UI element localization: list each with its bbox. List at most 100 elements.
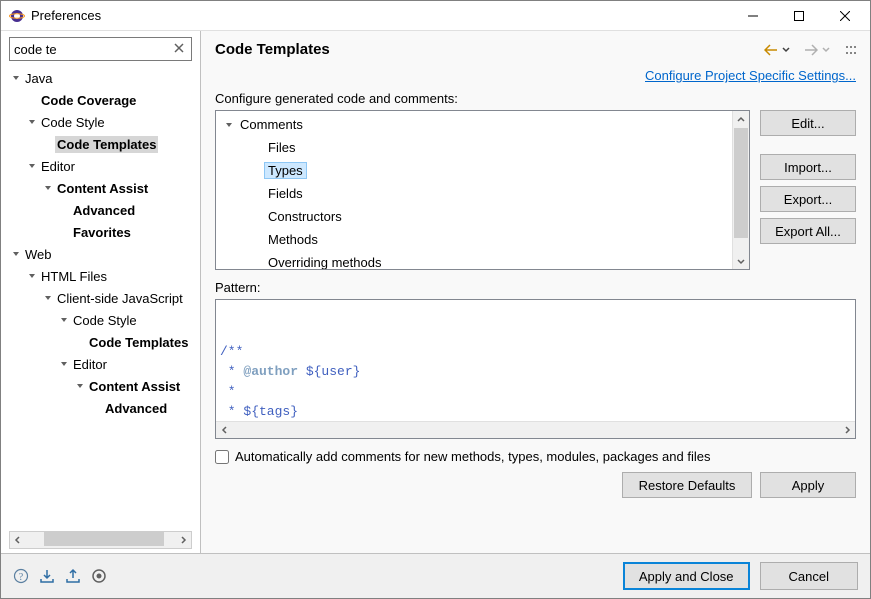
chevron-down-icon[interactable] [25,115,39,129]
svg-text:?: ? [19,572,24,583]
tree-item[interactable]: Code Style [9,111,196,133]
scroll-right-icon[interactable] [175,532,191,548]
cancel-button[interactable]: Cancel [760,562,858,590]
templates-tree[interactable]: Comments Files Types Fields Constructors Meth… [215,110,750,270]
maximize-button[interactable] [776,1,822,31]
chevron-down-icon[interactable] [25,159,39,173]
tree-item-label: Content Assist [87,378,182,395]
view-menu-icon[interactable] [844,44,858,56]
tree-item-label: Code Templates [87,334,190,351]
chevron-down-icon[interactable] [73,379,87,393]
apply-and-close-button[interactable]: Apply and Close [623,562,750,590]
template-tree-item-label: Comments [236,116,307,133]
tree-item[interactable]: Code Templates [9,331,196,353]
window-title: Preferences [31,8,730,23]
tree-item-label: Code Style [71,312,139,329]
tree-item-label: Code Coverage [39,92,138,109]
sidebar-horizontal-scrollbar[interactable] [9,531,192,549]
template-tree-item[interactable]: Constructors [222,205,749,228]
templates-vertical-scrollbar[interactable] [732,111,749,269]
template-tree-item[interactable]: Types [222,159,749,182]
tree-item[interactable]: Content Assist [9,375,196,397]
tree-item-label: Content Assist [55,180,150,197]
filter-input[interactable] [9,37,192,61]
scroll-thumb[interactable] [734,128,748,238]
export-prefs-icon[interactable] [65,568,81,584]
import-button[interactable]: Import... [760,154,856,180]
template-tree-item[interactable]: Comments [222,113,749,136]
template-tree-item-label: Constructors [264,208,346,225]
tree-item-label: Client-side JavaScript [55,290,185,307]
nav-forward-icon [804,44,818,56]
scroll-down-icon[interactable] [733,252,749,269]
tree-item[interactable]: Code Coverage [9,89,196,111]
template-tree-item-label: Types [264,162,307,179]
tree-item[interactable]: Java [9,67,196,89]
tree-item[interactable]: Content Assist [9,177,196,199]
chevron-down-icon[interactable] [222,118,236,132]
template-tree-item-label: Methods [264,231,322,248]
tree-item-label: Code Style [39,114,107,131]
chevron-down-icon[interactable] [57,313,71,327]
nav-forward-dropdown-icon [822,47,830,53]
chevron-down-icon[interactable] [9,247,23,261]
export-button[interactable]: Export... [760,186,856,212]
export-all-button[interactable]: Export All... [760,218,856,244]
close-button[interactable] [822,1,868,31]
tree-item-label: Editor [39,158,77,175]
tree-item[interactable]: Advanced [9,397,196,419]
template-tree-item[interactable]: Overriding methods [222,251,749,270]
clear-filter-icon[interactable] [172,41,188,57]
configure-project-settings-link[interactable]: Configure Project Specific Settings... [645,68,856,83]
pattern-label: Pattern: [201,270,870,299]
scroll-up-icon[interactable] [733,111,749,128]
template-tree-item[interactable]: Methods [222,228,749,251]
tree-item-label: Advanced [103,400,169,417]
import-prefs-icon[interactable] [39,568,55,584]
preferences-sidebar: Java Code Coverage Code Style Code Template… [1,31,201,553]
tree-item-label: Editor [71,356,109,373]
template-tree-item-label: Overriding methods [264,254,385,270]
pattern-preview: /** * @author ${user} * * ${tags} */ [215,299,856,439]
help-icon[interactable]: ? [13,568,29,584]
edit-button[interactable]: Edit... [760,110,856,136]
scroll-right-icon[interactable] [838,422,855,438]
tree-item[interactable]: Favorites [9,221,196,243]
tree-item[interactable]: Editor [9,353,196,375]
tree-item[interactable]: Editor [9,155,196,177]
scroll-left-icon[interactable] [10,532,26,548]
preferences-page: Code Templates Configure Project Specifi… [201,31,870,553]
app-icon [9,8,25,24]
chevron-down-icon[interactable] [57,357,71,371]
tree-item-label: Favorites [71,224,133,241]
tree-item[interactable]: Advanced [9,199,196,221]
tree-item-label: Web [23,246,54,263]
chevron-down-icon[interactable] [41,181,55,195]
dialog-footer: ? Apply and Close Cancel [1,553,870,598]
template-tree-item[interactable]: Fields [222,182,749,205]
tree-item[interactable]: Code Style [9,309,196,331]
titlebar[interactable]: Preferences [1,1,870,31]
tree-item[interactable]: Client-side JavaScript [9,287,196,309]
oomph-record-icon[interactable] [91,568,107,584]
minimize-button[interactable] [730,1,776,31]
tree-item-label: Java [23,70,54,87]
template-tree-item[interactable]: Files [222,136,749,159]
chevron-down-icon[interactable] [25,269,39,283]
tree-item[interactable]: HTML Files [9,265,196,287]
nav-back-dropdown-icon[interactable] [782,47,790,53]
tree-item[interactable]: Code Templates [9,133,196,155]
scroll-thumb[interactable] [44,532,164,546]
page-title: Code Templates [215,41,764,58]
preferences-tree[interactable]: Java Code Coverage Code Style Code Template… [5,67,196,529]
chevron-down-icon[interactable] [41,291,55,305]
preferences-window: Preferences Java Code Coverage Code Style C… [0,0,871,599]
tree-item-label: Code Templates [55,136,158,153]
chevron-down-icon[interactable] [9,71,23,85]
tree-item-label: HTML Files [39,268,109,285]
tree-item[interactable]: Web [9,243,196,265]
tree-item-label: Advanced [71,202,137,219]
nav-back-icon[interactable] [764,44,778,56]
pattern-horizontal-scrollbar[interactable] [216,421,855,438]
scroll-left-icon[interactable] [216,422,233,438]
